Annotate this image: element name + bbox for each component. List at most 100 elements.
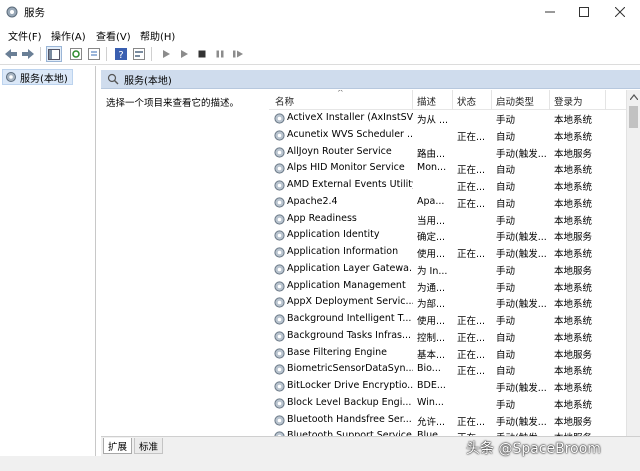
service-name: Acunetix WVS Scheduler ... [287, 128, 413, 140]
service-row[interactable]: Base Filtering Engine 基本... 正在... 自动 本地服务 [269, 345, 626, 362]
stop-service-button[interactable] [194, 46, 210, 62]
service-row[interactable]: Application Identity 确定... 手动(触发... 本地服务 [269, 227, 626, 244]
service-log-on-as: 本地系统 [554, 399, 593, 411]
service-row[interactable]: App Readiness 当用... 手动 本地系统 [269, 211, 626, 228]
service-startup-type: 手动 [496, 215, 516, 227]
service-row[interactable]: Alps HID Monitor Service Mon... 正在... 自动 本地系… [269, 160, 626, 177]
service-row[interactable]: Block Level Backup Engi... Win... 手动 本地系统 [269, 395, 626, 412]
service-name: Background Intelligent T... [287, 313, 412, 324]
service-log-on-as: 本地系统 [554, 131, 593, 143]
column-header-status[interactable]: 状态 [457, 94, 476, 108]
services-gear-icon [6, 72, 16, 82]
service-name: ActiveX Installer (AxInstSV) [287, 112, 413, 123]
service-log-on-as: 本地系统 [554, 165, 593, 177]
export-list-icon [88, 48, 100, 60]
service-row[interactable]: BiometricSensorDataSyn... Bio... 正在... 自动 本地… [269, 361, 626, 378]
service-gear-icon [274, 247, 285, 258]
service-log-on-as: 本地系统 [554, 332, 593, 344]
scrollbar-thumb[interactable] [629, 106, 638, 128]
service-row[interactable]: Background Intelligent T... 使用... 正在... 手动 本… [269, 311, 626, 328]
menu-help[interactable]: 帮助(H) [140, 28, 175, 43]
menu-action[interactable]: 操作(A) [51, 28, 86, 43]
column-divider[interactable] [549, 90, 550, 110]
menu-file[interactable]: 文件(F) [8, 28, 42, 43]
service-log-on-as: 本地系统 [554, 282, 593, 294]
service-row[interactable]: Background Tasks Infras... 控制... 正在... 自动 本地… [269, 328, 626, 345]
service-startup-type: 手动 [496, 316, 516, 327]
tab-label: 扩展 [108, 441, 128, 453]
service-description: Apa... [417, 195, 445, 207]
maximize-button[interactable] [566, 0, 602, 24]
service-name: BitLocker Drive Encryptio... [287, 380, 413, 391]
back-button[interactable] [3, 46, 19, 62]
service-startup-type: 自动 [496, 349, 516, 361]
service-log-on-as: 本地系统 [554, 383, 593, 394]
tree-node-services-local[interactable]: 服务(本地) [2, 69, 73, 85]
forward-button[interactable] [20, 46, 36, 62]
start-service-button[interactable] [158, 46, 174, 62]
service-row[interactable]: Application Information 使用... 正在... 手动(触发..… [269, 244, 626, 261]
column-header-description[interactable]: 描述 [417, 94, 436, 108]
close-button[interactable] [602, 0, 638, 24]
service-description: Win... [417, 396, 444, 408]
minimize-icon [545, 11, 555, 13]
window-title: 服务 [24, 7, 45, 19]
service-log-on-as: 本地服务 [554, 148, 593, 160]
properties-button[interactable] [131, 46, 147, 62]
help-button[interactable]: ? [113, 46, 129, 62]
column-header-log-on-as[interactable]: 登录为 [554, 94, 583, 108]
column-header-startup-type[interactable]: 启动类型 [496, 94, 534, 108]
column-header-name[interactable]: 名称 [275, 94, 294, 108]
tab-extended[interactable]: 扩展 [103, 438, 133, 454]
column-divider[interactable] [452, 90, 453, 110]
properties-icon [133, 48, 145, 60]
pause-service-button[interactable] [212, 46, 228, 62]
show-console-tree-button[interactable] [46, 46, 62, 62]
service-row[interactable]: ActiveX Installer (AxInstSV) 为从 ... 手动 本地系统 [269, 110, 626, 127]
service-description: 为部... [417, 299, 446, 311]
minimize-button[interactable] [532, 0, 568, 24]
column-divider[interactable] [605, 90, 606, 110]
service-startup-type: 手动(触发... [496, 383, 547, 394]
watermark: 头条 @SpaceBroom [466, 441, 601, 457]
service-row[interactable]: Bluetooth Support ServiceBlue...正在...手动(… [269, 428, 626, 436]
service-description: 确定... [417, 232, 446, 244]
service-startup-type: 手动(触发... [496, 249, 547, 260]
service-startup-type: 手动(触发... [496, 299, 547, 311]
service-startup-type: 自动 [496, 131, 516, 143]
play-icon [163, 50, 170, 58]
service-gear-icon [274, 347, 285, 359]
service-row[interactable]: BitLocker Drive Encryptio... BDE... 手动(触发.… [269, 378, 626, 395]
service-row[interactable]: AppX Deployment Servic... 为部... 手动(触发... 本地… [269, 294, 626, 311]
service-row[interactable]: Apache2.4 Apa... 正在... 自动 本地系统 [269, 194, 626, 211]
tab-standard[interactable]: 标准 [134, 438, 164, 454]
column-divider[interactable] [412, 90, 413, 110]
column-divider[interactable] [491, 90, 492, 110]
pane-header: 服务(本地) [101, 70, 640, 89]
service-log-on-as: 本地系统 [554, 198, 593, 210]
service-gear-icon [274, 213, 285, 225]
help-icon: ? [115, 48, 127, 60]
service-startup-type: 自动 [496, 366, 516, 378]
service-row[interactable]: AMD External Events Utility 正在... 自动 本地系统 [269, 177, 626, 194]
vertical-scrollbar[interactable] [626, 90, 640, 436]
service-log-on-as: 本地服务 [554, 349, 593, 361]
service-row[interactable]: Acunetix WVS Scheduler ... 正在... 自动 本地系统 [269, 127, 626, 144]
menu-view[interactable]: 查看(V) [96, 28, 131, 43]
service-startup-type: 手动 [496, 265, 516, 277]
svg-text:?: ? [118, 50, 123, 60]
refresh-button[interactable] [68, 46, 84, 62]
service-row[interactable]: Bluetooth Handsfree Ser... 允许... 正在... 手动(触… [269, 412, 626, 429]
export-list-button[interactable] [86, 46, 102, 62]
start-paused-button[interactable] [176, 46, 192, 62]
description-pane: 选择一个项目来查看它的描述。 [101, 90, 269, 436]
service-row[interactable]: Application Management 为通... 手动 本地系统 [269, 278, 626, 295]
services-list: ^ 名称 描述 状态 启动类型 登录为 ActiveX Installer (A… [269, 90, 626, 436]
service-gear-icon [274, 163, 285, 174]
service-log-on-as: 本地系统 [554, 366, 593, 378]
service-name: Block Level Backup Engi... [287, 396, 412, 408]
scroll-up-button[interactable] [627, 90, 640, 104]
service-row[interactable]: AllJoyn Router Service 路由... 手动(触发... 本地服务 [269, 144, 626, 161]
service-row[interactable]: Application Layer Gatewa... 为 In... 手动 本地服务 [269, 261, 626, 278]
restart-service-button[interactable] [230, 46, 246, 62]
